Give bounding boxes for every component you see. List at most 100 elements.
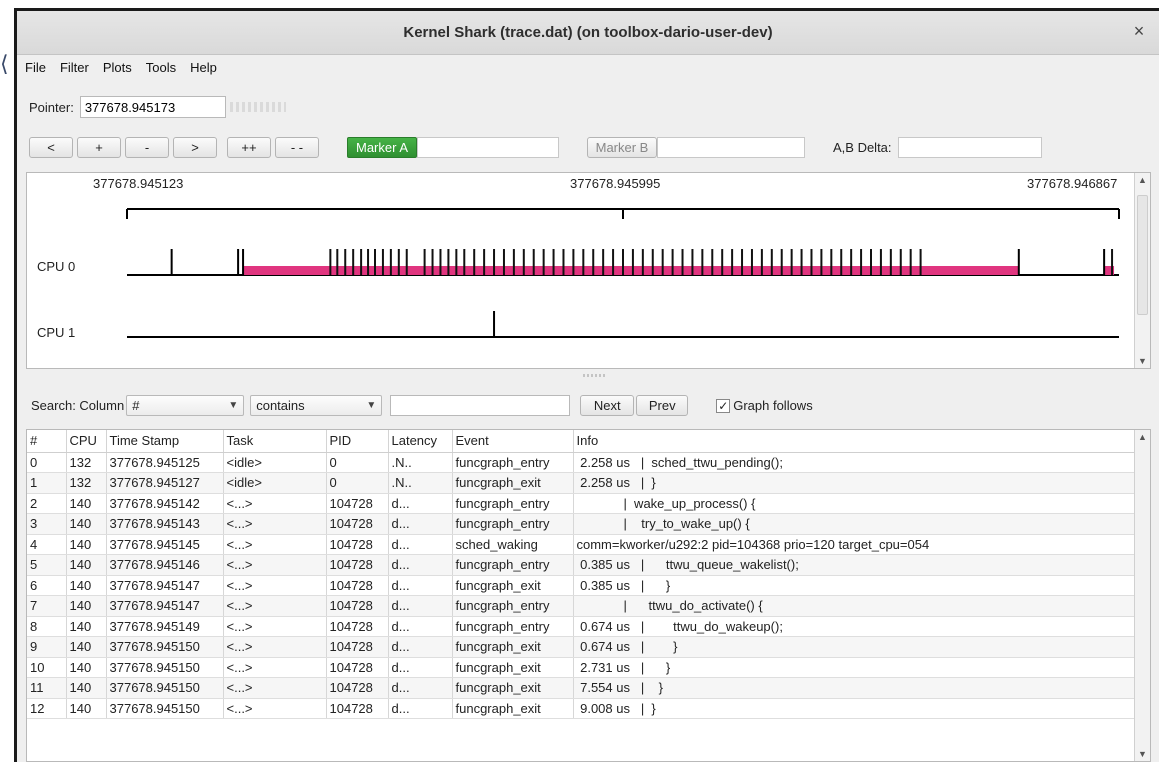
cpu0-plot[interactable]	[127, 249, 1119, 276]
table-row[interactable]: 12 140 377678.945150 <...> 104728 d... funcgra…	[27, 698, 1136, 719]
cell-event: funcgraph_entry	[452, 493, 574, 514]
zoom-min-button[interactable]: - -	[275, 137, 319, 158]
ab-delta-label: A,B Delta:	[833, 140, 892, 155]
menu-tools[interactable]: Tools	[146, 60, 176, 75]
zoom-in-button[interactable]: +	[77, 137, 121, 158]
table-scrollbar[interactable]: ▲ ▼	[1134, 430, 1150, 761]
cell-event: funcgraph_entry	[452, 513, 574, 535]
menu-help[interactable]: Help	[190, 60, 217, 75]
cell-pid: 104728	[326, 636, 389, 658]
zoom-out-button[interactable]: -	[125, 137, 169, 158]
table-row[interactable]: 9 140 377678.945150 <...> 104728 d... funcgrap…	[27, 636, 1136, 658]
cpu1-plot[interactable]	[127, 311, 1119, 338]
col-header-index[interactable]: #	[27, 430, 67, 453]
cell-event: funcgraph_entry	[452, 554, 574, 576]
scroll-right-button[interactable]: >	[173, 137, 217, 158]
scroll-left-button[interactable]: <	[29, 137, 73, 158]
cell-task: <...>	[223, 534, 327, 555]
cell-latency: d...	[388, 595, 453, 617]
scroll-down-icon[interactable]: ▼	[1135, 356, 1150, 366]
col-header-latency[interactable]: Latency	[388, 430, 453, 453]
marker-a-button[interactable]: Marker A	[347, 137, 417, 158]
cell-event: sched_waking	[452, 534, 574, 555]
scroll-down-icon[interactable]: ▼	[1135, 749, 1150, 759]
table-row[interactable]: 11 140 377678.945150 <...> 104728 d... funcgra…	[27, 677, 1136, 699]
cell-cpu: 132	[66, 452, 107, 473]
pointer-field[interactable]	[79, 96, 226, 118]
cell-pid: 0	[326, 472, 389, 494]
close-icon[interactable]: ×	[1129, 21, 1149, 42]
cell-info: 0.385 us | }	[573, 575, 1136, 596]
zoom-max-button[interactable]: ++	[227, 137, 271, 158]
chevron-down-icon: ▼	[228, 400, 239, 411]
scroll-up-icon[interactable]: ▲	[1135, 432, 1150, 442]
table-row[interactable]: 1 132 377678.945127 <idle> 0 .N.. funcgraph_ex…	[27, 472, 1136, 494]
cell-info: 0.385 us | ttwu_queue_wakelist();	[573, 554, 1136, 576]
cell-task: <...>	[223, 554, 327, 576]
event-table[interactable]: # CPU Time Stamp Task PID Latency Event …	[26, 429, 1151, 762]
col-header-event[interactable]: Event	[452, 430, 574, 453]
search-column-select[interactable]: # ▼	[126, 395, 245, 416]
cell-event: funcgraph_exit	[452, 636, 574, 658]
trace-graph-canvas[interactable]: 377678.945123 377678.945995 377678.94686…	[27, 173, 1135, 368]
search-prev-button[interactable]: Prev	[636, 395, 689, 416]
table-row[interactable]: 10 140 377678.945150 <...> 104728 d... funcgra…	[27, 657, 1136, 678]
title-bar[interactable]: Kernel Shark (trace.dat) (on toolbox-dar…	[17, 11, 1159, 55]
cell-timestamp: 377678.945127	[106, 472, 224, 494]
graph-follows-toggle[interactable]: ✓ Graph follows	[716, 398, 813, 413]
cell-index: 4	[27, 534, 67, 555]
cpu0-label: CPU 0	[37, 259, 75, 274]
trace-graph[interactable]: 377678.945123 377678.945995 377678.94686…	[26, 172, 1151, 369]
table-row[interactable]: 2 140 377678.945142 <...> 104728 d... funcgrap…	[27, 493, 1136, 514]
cell-pid: 104728	[326, 493, 389, 514]
col-header-pid[interactable]: PID	[326, 430, 389, 453]
cell-cpu: 140	[66, 616, 107, 637]
cell-index: 10	[27, 657, 67, 678]
menu-file[interactable]: File	[25, 60, 46, 75]
pointer-extra-field	[229, 102, 286, 112]
search-mode-select[interactable]: contains ▼	[250, 395, 383, 416]
cell-info: 0.674 us | }	[573, 636, 1136, 658]
splitter-handle[interactable]	[583, 374, 607, 377]
cell-cpu: 140	[66, 595, 107, 617]
col-header-cpu[interactable]: CPU	[66, 430, 107, 453]
menu-filter[interactable]: Filter	[60, 60, 89, 75]
cell-task: <...>	[223, 575, 327, 596]
cell-event: funcgraph_exit	[452, 677, 574, 699]
col-header-timestamp[interactable]: Time Stamp	[106, 430, 224, 453]
search-next-button[interactable]: Next	[580, 395, 635, 416]
cell-pid: 104728	[326, 534, 389, 555]
graph-scroll-thumb[interactable]	[1137, 195, 1148, 315]
search-column-value: #	[132, 398, 140, 413]
cpu0-task-bar	[243, 266, 1019, 275]
graph-follows-checkbox[interactable]: ✓	[716, 398, 731, 413]
cell-pid: 104728	[326, 677, 389, 699]
cell-timestamp: 377678.945146	[106, 554, 224, 576]
table-row[interactable]: 6 140 377678.945147 <...> 104728 d... funcgrap…	[27, 575, 1136, 596]
table-row[interactable]: 3 140 377678.945143 <...> 104728 d... funcgrap…	[27, 513, 1136, 535]
kernelshark-window: Kernel Shark (trace.dat) (on toolbox-dar…	[14, 8, 1159, 762]
table-row[interactable]: 4 140 377678.945145 <...> 104728 d... sched_wa…	[27, 534, 1136, 555]
table-row[interactable]: 0 132 377678.945125 <idle> 0 .N.. funcgraph_en…	[27, 452, 1136, 473]
menu-bar: File Filter Plots Tools Help	[17, 55, 1159, 79]
table-row[interactable]: 8 140 377678.945149 <...> 104728 d... funcgrap…	[27, 616, 1136, 637]
menu-plots[interactable]: Plots	[103, 60, 132, 75]
cell-info: | ttwu_do_activate() {	[573, 595, 1136, 617]
chevron-down-icon: ▼	[366, 400, 377, 411]
navigation-row: < + - > ++ - - Marker A Marker B A,B Del…	[29, 137, 1042, 158]
col-header-task[interactable]: Task	[223, 430, 327, 453]
marker-b-button[interactable]: Marker B	[587, 137, 657, 158]
graph-scrollbar[interactable]: ▲ ▼	[1134, 173, 1150, 368]
col-header-info[interactable]: Info	[573, 430, 1136, 453]
table-row[interactable]: 7 140 377678.945147 <...> 104728 d... funcgrap…	[27, 595, 1136, 617]
scroll-up-icon[interactable]: ▲	[1135, 175, 1150, 185]
cell-info: 7.554 us | }	[573, 677, 1136, 699]
pointer-label: Pointer:	[29, 99, 74, 115]
cell-index: 7	[27, 595, 67, 617]
desktop-arrow-glyph: ⟨	[0, 52, 9, 77]
search-input[interactable]	[390, 395, 571, 416]
table-row[interactable]: 5 140 377678.945146 <...> 104728 d... funcgrap…	[27, 554, 1136, 576]
cell-index: 3	[27, 513, 67, 535]
cell-cpu: 140	[66, 677, 107, 699]
cell-latency: d...	[388, 657, 453, 678]
